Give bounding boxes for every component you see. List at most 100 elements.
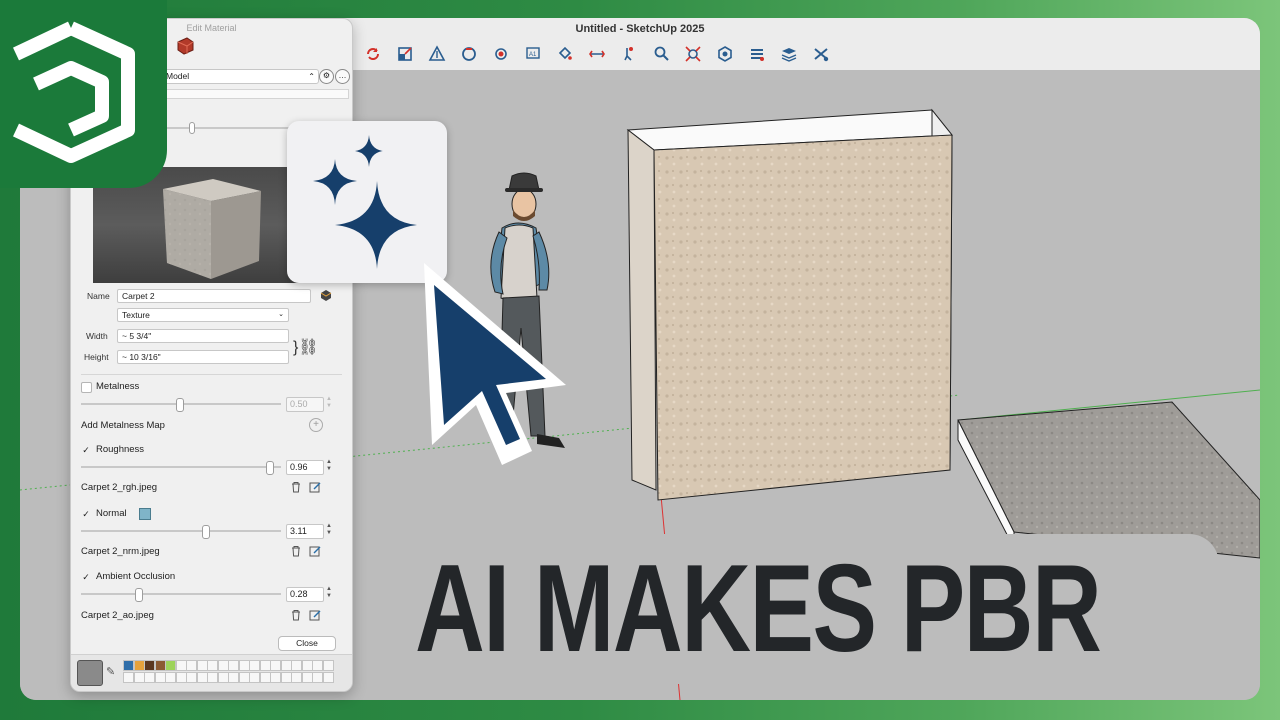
palette-cell[interactable] bbox=[133, 672, 145, 683]
zoom-icon[interactable] bbox=[648, 43, 674, 65]
edit-icon[interactable] bbox=[309, 481, 321, 493]
flip-icon[interactable] bbox=[584, 43, 610, 65]
section-plane-icon[interactable] bbox=[424, 43, 450, 65]
roughness-track[interactable] bbox=[81, 466, 281, 468]
palette-cell[interactable] bbox=[123, 672, 134, 683]
palette-cell[interactable] bbox=[154, 660, 166, 671]
palette-cell[interactable] bbox=[133, 660, 145, 671]
palette-cell[interactable] bbox=[175, 672, 187, 683]
roughness-thumb[interactable] bbox=[266, 461, 274, 475]
palette-cell[interactable] bbox=[207, 660, 218, 671]
palette-cell[interactable] bbox=[196, 672, 208, 683]
eyedropper-icon[interactable]: ✎ bbox=[106, 665, 115, 678]
palette-cell[interactable] bbox=[238, 672, 250, 683]
settings-gear-icon[interactable]: ⚙ bbox=[319, 69, 334, 84]
palette-cell[interactable] bbox=[301, 660, 313, 671]
palette-cell[interactable] bbox=[165, 672, 176, 683]
palette-cell[interactable] bbox=[186, 672, 197, 683]
ao-track[interactable] bbox=[81, 593, 281, 595]
layers-icon[interactable] bbox=[776, 43, 802, 65]
palette-cell[interactable] bbox=[217, 672, 229, 683]
palette-cell[interactable] bbox=[207, 672, 218, 683]
current-material-swatch[interactable] bbox=[77, 660, 103, 686]
palette-cell[interactable] bbox=[291, 672, 302, 683]
metalness-value[interactable]: 0.50 bbox=[286, 397, 324, 412]
palette-cell[interactable] bbox=[312, 660, 323, 671]
ao-thumb[interactable] bbox=[135, 588, 143, 602]
palette-cell[interactable] bbox=[270, 660, 281, 671]
headline-text: AI MAKES PBR bbox=[415, 540, 1102, 678]
roughness-value[interactable]: 0.96 bbox=[286, 460, 324, 475]
material-sample-icon[interactable] bbox=[320, 289, 332, 301]
palette-cell[interactable] bbox=[186, 660, 197, 671]
palette-cell[interactable] bbox=[291, 660, 302, 671]
ao-checkbox[interactable]: ✓ bbox=[81, 572, 91, 582]
opacity-thumb[interactable] bbox=[189, 122, 195, 134]
palette-cell[interactable] bbox=[123, 660, 134, 671]
rotate-icon[interactable] bbox=[360, 43, 386, 65]
close-button[interactable]: Close bbox=[278, 636, 336, 651]
roughness-stepper[interactable]: ▲ ▼ bbox=[325, 459, 333, 473]
orbit-icon[interactable] bbox=[456, 43, 482, 65]
trash-icon[interactable] bbox=[290, 545, 302, 557]
palette-cell[interactable] bbox=[196, 660, 208, 671]
palette-cell[interactable] bbox=[175, 660, 187, 671]
edit-icon[interactable] bbox=[309, 609, 321, 621]
palette-cell[interactable] bbox=[259, 660, 271, 671]
normal-track[interactable] bbox=[81, 530, 281, 532]
zoom-extents-icon[interactable] bbox=[680, 43, 706, 65]
normal-label: Normal bbox=[96, 508, 127, 519]
width-label: Width bbox=[86, 331, 108, 341]
name-field[interactable]: Carpet 2 bbox=[117, 289, 311, 303]
text-label-icon[interactable]: A1 bbox=[520, 43, 546, 65]
model-select-value: Model bbox=[166, 71, 190, 81]
normal-checkbox[interactable]: ✓ bbox=[81, 509, 91, 519]
palette-cell[interactable] bbox=[154, 672, 166, 683]
palette-cell[interactable] bbox=[280, 660, 292, 671]
palette-cell[interactable] bbox=[228, 672, 239, 683]
height-field[interactable]: ~ 10 3/16" bbox=[117, 350, 289, 364]
model-select[interactable]: Model ⌃ bbox=[161, 69, 319, 84]
normal-value[interactable]: 3.11 bbox=[286, 524, 324, 539]
palette-cell[interactable] bbox=[270, 672, 281, 683]
palette-cell[interactable] bbox=[301, 672, 313, 683]
trash-icon[interactable] bbox=[290, 481, 302, 493]
normal-thumb[interactable] bbox=[202, 525, 210, 539]
paint-bucket-icon[interactable] bbox=[552, 43, 578, 65]
normal-map-thumbnail[interactable] bbox=[139, 508, 151, 520]
lock-aspect-icon[interactable]: }⛓ bbox=[293, 337, 319, 357]
edit-icon[interactable] bbox=[309, 545, 321, 557]
look-around-icon[interactable] bbox=[488, 43, 514, 65]
add-metalness-map-icon[interactable]: + bbox=[309, 418, 323, 432]
components-icon[interactable] bbox=[744, 43, 770, 65]
walk-icon[interactable] bbox=[616, 43, 642, 65]
more-options-icon[interactable]: … bbox=[335, 69, 350, 84]
metalness-thumb[interactable] bbox=[176, 398, 184, 412]
metalness-stepper[interactable]: ▲ ▼ bbox=[325, 396, 333, 410]
materials-icon[interactable] bbox=[808, 43, 834, 65]
palette-cell[interactable] bbox=[144, 660, 155, 671]
palette-cell[interactable] bbox=[312, 672, 323, 683]
material-swatch-icon[interactable] bbox=[175, 35, 195, 55]
trash-icon[interactable] bbox=[290, 609, 302, 621]
texture-select[interactable]: Texture ⌄ bbox=[117, 308, 289, 322]
roughness-checkbox[interactable]: ✓ bbox=[81, 445, 91, 455]
extension-warehouse-icon[interactable] bbox=[712, 43, 738, 65]
ao-value[interactable]: 0.28 bbox=[286, 587, 324, 602]
metalness-checkbox[interactable] bbox=[81, 382, 92, 393]
width-field[interactable]: ~ 5 3/4" bbox=[117, 329, 289, 343]
ao-stepper[interactable]: ▲ ▼ bbox=[325, 586, 333, 600]
palette-cell[interactable] bbox=[322, 660, 334, 671]
palette-cell[interactable] bbox=[322, 672, 334, 683]
palette-cell[interactable] bbox=[144, 672, 155, 683]
palette-cell[interactable] bbox=[249, 660, 260, 671]
scale-icon[interactable] bbox=[392, 43, 418, 65]
palette-cell[interactable] bbox=[249, 672, 260, 683]
palette-cell[interactable] bbox=[165, 660, 176, 671]
palette-cell[interactable] bbox=[259, 672, 271, 683]
palette-cell[interactable] bbox=[228, 660, 239, 671]
palette-cell[interactable] bbox=[217, 660, 229, 671]
palette-cell[interactable] bbox=[238, 660, 250, 671]
palette-cell[interactable] bbox=[280, 672, 292, 683]
normal-stepper[interactable]: ▲ ▼ bbox=[325, 523, 333, 537]
